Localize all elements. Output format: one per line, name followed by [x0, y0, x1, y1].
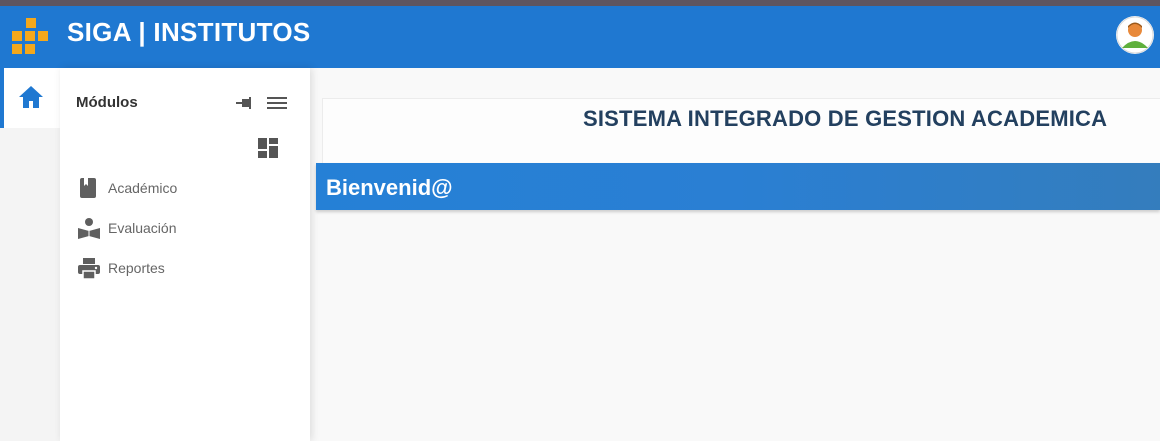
modules-sidebar: Módulos Académico Evaluación Reportes [60, 68, 310, 441]
welcome-banner: Bienvenid@ [316, 163, 1160, 210]
sidebar-item-reportes[interactable]: Reportes [78, 256, 298, 280]
sidebar-item-label: Reportes [108, 260, 165, 276]
sidebar-item-evaluacion[interactable]: Evaluación [78, 216, 298, 240]
user-avatar-icon[interactable] [1116, 16, 1154, 54]
hamburger-menu-icon[interactable] [267, 95, 287, 116]
reader-icon [78, 218, 100, 245]
pin-icon[interactable] [236, 96, 254, 115]
page-title: SISTEMA INTEGRADO DE GESTION ACADEMICA [583, 106, 1108, 131]
welcome-text: Bienvenid@ [326, 175, 453, 200]
app-header: SIGA | INSTITUTOS [0, 6, 1160, 68]
sidebar-item-label: Académico [108, 180, 178, 196]
siga-logo-icon [12, 18, 48, 54]
sidebar-title: Módulos [76, 94, 138, 111]
home-icon [19, 86, 43, 108]
sidebar-item-academico[interactable]: Académico [78, 176, 298, 200]
dashboard-icon[interactable] [258, 138, 278, 163]
app-title: SIGA | INSTITUTOS [67, 17, 311, 47]
sidebar-item-label: Evaluación [108, 220, 177, 236]
rail-home-button[interactable] [0, 68, 60, 128]
book-icon [78, 178, 98, 203]
printer-icon [78, 258, 100, 285]
